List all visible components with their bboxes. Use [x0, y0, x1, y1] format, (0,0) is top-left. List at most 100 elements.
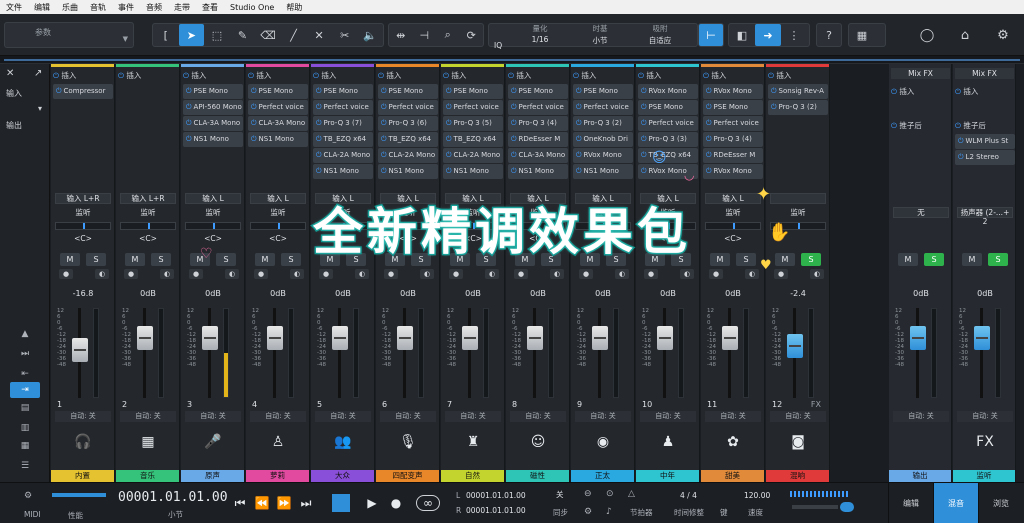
insert-slot[interactable]: ⏻ PSE Mono — [638, 100, 698, 115]
insert-slot[interactable]: ⏻ CLA-3A Mono — [508, 148, 568, 163]
play-button[interactable]: ▶ — [362, 493, 382, 513]
listen-tool-icon[interactable]: 🔈 — [358, 24, 384, 46]
solo-button[interactable]: S — [86, 253, 106, 266]
volume-slider[interactable] — [792, 505, 838, 509]
monitor-icon[interactable]: ◐ — [95, 269, 109, 279]
volume-fader[interactable] — [722, 326, 738, 351]
power-icon[interactable]: ⏻ — [641, 135, 647, 143]
grid-icon[interactable]: ▦ — [849, 24, 875, 46]
monitor-label[interactable]: 监听 — [55, 207, 111, 218]
timebase-value[interactable]: 小节 — [578, 35, 622, 46]
monitor-icon[interactable]: ◐ — [420, 269, 434, 279]
metronome-icon[interactable]: ♪ — [606, 507, 612, 517]
user-icon[interactable]: ◯ — [914, 24, 940, 46]
insert-slot[interactable]: ⏻ Perfect voice — [443, 100, 503, 115]
volume-value[interactable]: 0dB — [445, 289, 501, 298]
insert-header[interactable]: ⏻ 插入 — [508, 70, 568, 81]
volume-fader[interactable] — [527, 326, 543, 351]
power-icon[interactable]: ⏻ — [251, 135, 257, 143]
automation-mode[interactable]: 自动: 关 — [185, 411, 241, 422]
insert-slot[interactable]: ⏻ Perfect voice — [573, 100, 633, 115]
volume-value[interactable]: -2.4 — [770, 289, 826, 298]
insert-slot[interactable]: ⏻ TB_EZQ x64 — [313, 132, 373, 147]
insert-slot[interactable]: ⏻ NS1 Mono — [508, 164, 568, 179]
power-icon[interactable]: ⏻ — [706, 119, 712, 127]
channel-name[interactable]: 萝莉 — [246, 470, 309, 482]
power-icon[interactable]: ⏻ — [641, 87, 647, 95]
post-fader-header[interactable]: ⏻ 推子后 — [955, 120, 1015, 131]
automation-mode[interactable]: 自动: 关 — [55, 411, 111, 422]
power-icon[interactable]: ⏻ — [706, 167, 712, 175]
channel-name[interactable]: 自然 — [441, 470, 504, 482]
channel-type-icon[interactable]: 👥 — [315, 430, 371, 454]
toggle-switch[interactable] — [840, 502, 854, 512]
time-signature[interactable]: 4 / 4 — [680, 491, 697, 500]
channel-type-icon[interactable]: ▦ — [120, 430, 176, 454]
volume-fader[interactable] — [267, 326, 283, 351]
power-icon[interactable]: ⏻ — [381, 135, 387, 143]
insert-slot[interactable]: ⏻ Pro-Q 3 (4) — [508, 116, 568, 131]
insert-slot[interactable]: ⏻ Pro-Q 3 (7) — [313, 116, 373, 131]
power-icon[interactable]: ⏻ — [446, 167, 452, 175]
split-tool-icon[interactable]: ✂ — [332, 24, 358, 46]
output-selector[interactable]: 扬声器 (2-...+ 2 — [957, 207, 1013, 226]
power-icon[interactable]: ⏻ — [706, 151, 712, 159]
power-icon[interactable]: ⏻ — [958, 153, 964, 161]
insert-slot[interactable]: ⏻ CLA-2A Mono — [313, 148, 373, 163]
iq-label[interactable]: IQ — [494, 41, 502, 50]
power-icon[interactable]: ⏻ — [313, 71, 319, 80]
channel-name[interactable]: 四配变声 — [376, 470, 439, 482]
insert-header[interactable]: ⏻ 插入 — [768, 70, 828, 81]
bus-name[interactable]: 监听 — [953, 470, 1015, 482]
power-icon[interactable]: ⏻ — [316, 119, 322, 127]
pan-slider[interactable] — [120, 222, 176, 230]
insert-slot[interactable]: ⏻ Perfect voice — [248, 100, 308, 115]
tab-browse[interactable]: 浏览 — [978, 483, 1023, 523]
quantize-value[interactable]: 1/16 — [518, 35, 562, 44]
insert-slot[interactable]: ⏻ PSE Mono — [378, 84, 438, 99]
monitor-icon[interactable]: ◐ — [290, 269, 304, 279]
monitor-icon[interactable]: ◐ — [745, 269, 759, 279]
power-icon[interactable]: ⏻ — [706, 87, 712, 95]
power-icon[interactable]: ⏻ — [576, 135, 582, 143]
insert-slot[interactable]: ⏻ L2 Stereo — [955, 150, 1015, 165]
menu-item[interactable]: 走带 — [174, 2, 190, 13]
power-icon[interactable]: ⏻ — [511, 87, 517, 95]
power-icon[interactable]: ⏻ — [576, 167, 582, 175]
insert-slot[interactable]: ⏻ TB_EZQ x64 — [638, 148, 698, 163]
power-icon[interactable]: ⏻ — [446, 103, 452, 111]
insert-slot[interactable]: ⏻ CLA-3A Mono — [248, 116, 308, 131]
mute-button[interactable]: M — [60, 253, 80, 266]
insert-slot[interactable]: ⏻ TB_EZQ x64 — [443, 132, 503, 147]
power-icon[interactable]: ⏻ — [446, 135, 452, 143]
insert-slot[interactable]: ⏻ WLM Plus St — [955, 134, 1015, 149]
automation-mode[interactable]: 自动: 关 — [250, 411, 306, 422]
insert-slot[interactable]: ⏻ Pro-Q 3 (6) — [378, 116, 438, 131]
power-icon[interactable]: ⏻ — [378, 71, 384, 80]
power-icon[interactable]: ⏻ — [446, 87, 452, 95]
bus-header[interactable]: Mix FX — [955, 68, 1014, 79]
fast-forward-icon[interactable]: ⏩ — [274, 493, 294, 513]
power-icon[interactable]: ⏻ — [768, 71, 774, 80]
volume-value[interactable]: 0dB — [893, 289, 949, 298]
precount-icon[interactable]: ⊙ — [606, 489, 614, 499]
power-icon[interactable]: ⏻ — [446, 119, 452, 127]
channel-type-icon[interactable]: ◙ — [770, 430, 826, 454]
tab-mix[interactable]: 混音 — [933, 483, 978, 523]
rewind-icon[interactable]: ⏪ — [252, 493, 272, 513]
piano-icon[interactable]: ▥ — [10, 420, 40, 436]
power-icon[interactable]: ⏻ — [186, 103, 192, 111]
power-icon[interactable]: ⏻ — [186, 135, 192, 143]
insert-slot[interactable]: ⏻ Sonsig Rev-A — [768, 84, 828, 99]
insert-slot[interactable]: ⏻ PSE Mono — [443, 84, 503, 99]
channel-name[interactable]: 音乐 — [116, 470, 179, 482]
insert-slot[interactable]: ⏻ RVox Mono — [573, 148, 633, 163]
channel-name[interactable]: 磁性 — [506, 470, 569, 482]
snap-grid-icon[interactable]: ⊢ — [699, 24, 723, 46]
insert-slot[interactable]: ⏻ CLA-2A Mono — [378, 148, 438, 163]
monitor-icon[interactable]: ◐ — [550, 269, 564, 279]
power-icon[interactable]: ⏻ — [955, 87, 961, 96]
post-fader-header[interactable]: ⏻ 推子后 — [891, 120, 951, 131]
power-icon[interactable]: ⏻ — [316, 103, 322, 111]
volume-value[interactable]: 0dB — [185, 289, 241, 298]
